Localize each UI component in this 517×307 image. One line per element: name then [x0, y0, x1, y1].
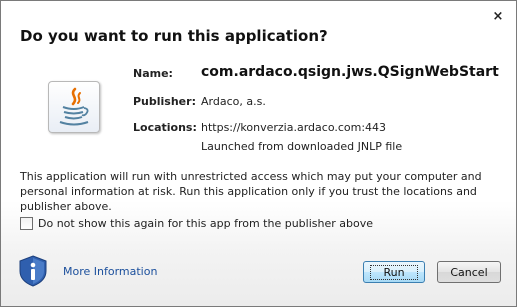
name-value: com.ardaco.qsign.jws.QSignWebStart — [201, 64, 499, 80]
run-button-label: Run — [370, 264, 418, 280]
shield-info-icon — [19, 255, 47, 287]
dialog-title: Do you want to run this application? — [20, 27, 328, 45]
close-icon[interactable]: × — [490, 9, 506, 25]
location-note: Launched from downloaded JNLP file — [201, 140, 403, 153]
do-not-show-again-label[interactable]: Do not show this again for this app from… — [38, 217, 373, 230]
publisher-value: Ardaco, a.s. — [201, 95, 266, 108]
run-button[interactable]: Run — [363, 261, 425, 283]
cancel-button[interactable]: Cancel — [437, 261, 501, 283]
locations-label: Locations: — [133, 121, 197, 134]
name-label: Name: — [133, 67, 173, 80]
java-logo-icon — [48, 81, 100, 133]
run-application-dialog: × Do you want to run this application? N… — [0, 0, 517, 307]
publisher-label: Publisher: — [133, 95, 196, 108]
do-not-show-again-checkbox[interactable] — [20, 217, 33, 230]
location-url: https://konverzia.ardaco.com:443 — [201, 121, 387, 134]
security-warning-text: This application will run with unrestric… — [20, 170, 482, 213]
do-not-show-again-option[interactable]: Do not show this again for this app from… — [20, 217, 373, 230]
more-information-link[interactable]: More Information — [63, 265, 157, 278]
